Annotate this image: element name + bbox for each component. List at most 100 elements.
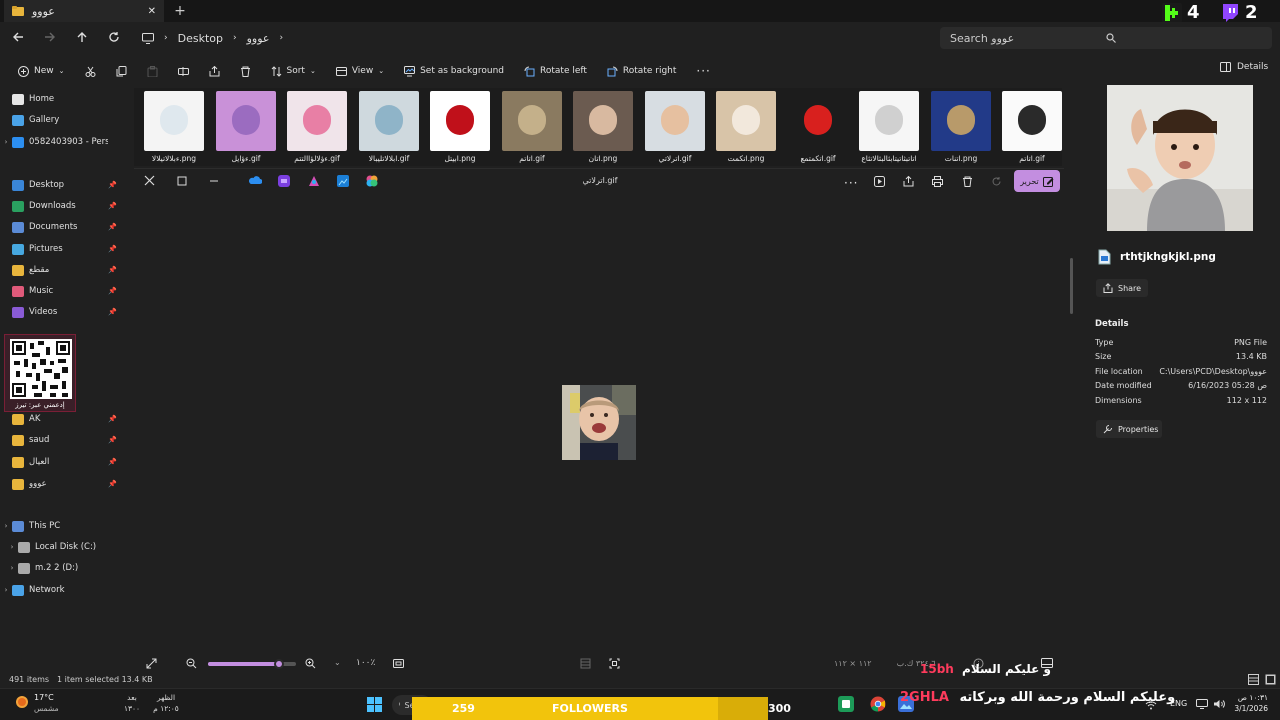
up-button[interactable] <box>72 27 92 47</box>
print-icon[interactable] <box>932 176 943 187</box>
wifi-icon[interactable] <box>1145 700 1157 710</box>
sidebar-item-pinned-2[interactable]: Documents 📌 <box>0 217 124 237</box>
clipchamp-icon[interactable] <box>278 175 290 187</box>
sidebar-item-pinned-0[interactable]: Desktop 📌 <box>0 175 124 195</box>
thumbnail-item[interactable]: اتاتم.gif <box>496 88 568 166</box>
thumbnail-item[interactable]: ابيتل.png <box>424 88 496 166</box>
thumbnail-item[interactable]: ءؤلالؤاالتتم.gif <box>281 88 353 166</box>
zoom-dropdown-icon[interactable]: ⌄ <box>334 658 341 667</box>
network-icon[interactable] <box>1196 699 1208 709</box>
details-pane-button[interactable]: Details <box>1220 62 1268 72</box>
paste-button[interactable] <box>137 59 168 83</box>
thumbnail-item[interactable]: اترلاتي.gif <box>639 88 711 166</box>
sidebar-item-pinned-6[interactable]: Videos 📌 <box>0 302 124 322</box>
filmstrip-icon[interactable] <box>580 658 591 669</box>
rotate-icon[interactable] <box>991 176 1002 187</box>
thumbnail-item[interactable]: اتاتبثاتيتابثالبثالاتثاع <box>853 88 925 166</box>
sidebar-item-pinned-1[interactable]: Downloads 📌 <box>0 196 124 216</box>
sidebar-item-pinned-8[interactable]: saud 📌 <box>0 430 124 450</box>
delete-button[interactable] <box>230 59 261 83</box>
set-background-button[interactable]: Set as background <box>394 59 514 83</box>
back-button[interactable] <box>8 27 28 47</box>
chevron-right-icon[interactable]: › <box>0 138 12 146</box>
thumbnail-item[interactable]: اتاتم.gif <box>996 88 1068 166</box>
view-button[interactable]: View ⌄ <box>326 59 394 83</box>
copilot-icon[interactable] <box>366 175 378 187</box>
maximize-icon[interactable] <box>177 176 187 186</box>
chrome-icon[interactable] <box>870 696 886 712</box>
chevron-right-icon[interactable]: › <box>0 522 12 530</box>
breadcrumb-current[interactable]: عووو <box>247 32 270 45</box>
sidebar-item-pinned-7[interactable]: AK 📌 <box>0 409 124 429</box>
rotate-left-button[interactable]: Rotate left <box>514 59 597 83</box>
new-tab-button[interactable]: + <box>172 3 188 19</box>
start-icon[interactable] <box>367 697 382 712</box>
tab-current[interactable]: عووو ✕ <box>4 0 164 22</box>
close-viewer-icon[interactable] <box>144 175 155 186</box>
sidebar-item-pinned-3[interactable]: Pictures 📌 <box>0 239 124 259</box>
slideshow-icon[interactable] <box>874 176 885 187</box>
forward-button[interactable] <box>40 27 60 47</box>
thumbnail-item[interactable]: ابلالاتليبالا.gif <box>353 88 425 166</box>
chevron-right-icon[interactable]: › <box>6 543 18 551</box>
share-icon[interactable] <box>903 176 914 187</box>
crop-icon[interactable] <box>609 658 620 669</box>
fullscreen-icon[interactable] <box>146 658 157 669</box>
sidebar-item-drive-c[interactable]: › Local Disk (C:) <box>0 537 124 557</box>
sidebar-item-pinned-5[interactable]: Music 📌 <box>0 281 124 301</box>
scrollbar[interactable] <box>1070 258 1073 314</box>
chevron-right-icon[interactable]: › <box>0 586 12 594</box>
thumbnail-item[interactable]: اتنات.png <box>925 88 997 166</box>
designer-icon[interactable] <box>308 175 320 187</box>
volume-icon[interactable] <box>1213 699 1225 709</box>
search-input[interactable]: Search عووو <box>950 32 1106 45</box>
fit-window-icon[interactable] <box>393 658 404 669</box>
sidebar-item-pinned-10[interactable]: عووو 📌 <box>0 474 124 494</box>
new-button[interactable]: New ⌄ <box>8 59 75 83</box>
share-button[interactable] <box>199 59 230 83</box>
zoom-in-icon[interactable] <box>305 658 316 669</box>
more-icon[interactable]: ··· <box>844 176 858 190</box>
zoom-level[interactable]: ١٠٠٪ <box>356 658 375 668</box>
sidebar-item-pinned-9[interactable]: العيال 📌 <box>0 452 124 472</box>
thumbnail-item[interactable]: اتان.png <box>567 88 639 166</box>
sidebar-item-top-1[interactable]: Gallery <box>0 110 124 130</box>
details-view-icon[interactable] <box>1248 674 1259 685</box>
language-indicator[interactable]: ENG <box>1170 699 1187 708</box>
thumbnail-item[interactable]: اتكمت.png <box>710 88 782 166</box>
rotate-right-button[interactable]: Rotate right <box>597 59 686 83</box>
refresh-button[interactable] <box>104 27 124 47</box>
sort-button[interactable]: Sort ⌄ <box>261 59 326 83</box>
zoom-slider-thumb[interactable] <box>274 659 284 669</box>
close-tab-icon[interactable]: ✕ <box>148 6 156 17</box>
photos-editor-icon[interactable] <box>337 175 349 187</box>
sidebar-item-top-2[interactable]: › 0582403903 - Personal <box>0 132 124 152</box>
breadcrumb-desktop[interactable]: Desktop <box>178 32 223 45</box>
address-bar[interactable]: › Desktop › عووو › <box>136 27 932 49</box>
onedrive-icon[interactable] <box>248 175 262 185</box>
edit-button[interactable]: تحرير <box>1014 170 1060 192</box>
more-options-button[interactable]: ··· <box>686 59 720 83</box>
weather-icon[interactable] <box>14 694 30 710</box>
clock-time[interactable]: ١٠:٣١ ص <box>1232 693 1268 702</box>
sidebar-item-this-pc[interactable]: › This PC <box>0 516 124 536</box>
delete-icon[interactable] <box>962 176 973 187</box>
tiles-view-icon[interactable] <box>1265 674 1276 685</box>
thumbnail-item[interactable]: اتكمتمع.gif <box>782 88 854 166</box>
minimize-icon[interactable] <box>209 176 219 186</box>
details-share-button[interactable]: Share <box>1096 279 1148 297</box>
weather-temp[interactable]: 17°C <box>34 693 54 702</box>
search-box[interactable]: Search عووو <box>940 27 1272 49</box>
app-icon-green[interactable] <box>838 696 854 712</box>
sidebar-item-top-0[interactable]: Home <box>0 89 124 109</box>
chevron-right-icon[interactable]: › <box>6 564 18 572</box>
cut-button[interactable] <box>75 59 106 83</box>
clock-date[interactable]: 3/1/2026 <box>1226 704 1268 713</box>
sidebar-item-drive-d[interactable]: › m.2 2 (D:) <box>0 558 124 578</box>
sidebar-item-network[interactable]: › Network <box>0 580 124 600</box>
properties-button[interactable]: Properties <box>1096 420 1162 438</box>
thumbnail-item[interactable]: ءؤايل.gif <box>210 88 282 166</box>
rename-button[interactable] <box>168 59 199 83</box>
sidebar-item-pinned-4[interactable]: مقطع 📌 <box>0 260 124 280</box>
zoom-slider[interactable] <box>208 659 296 669</box>
